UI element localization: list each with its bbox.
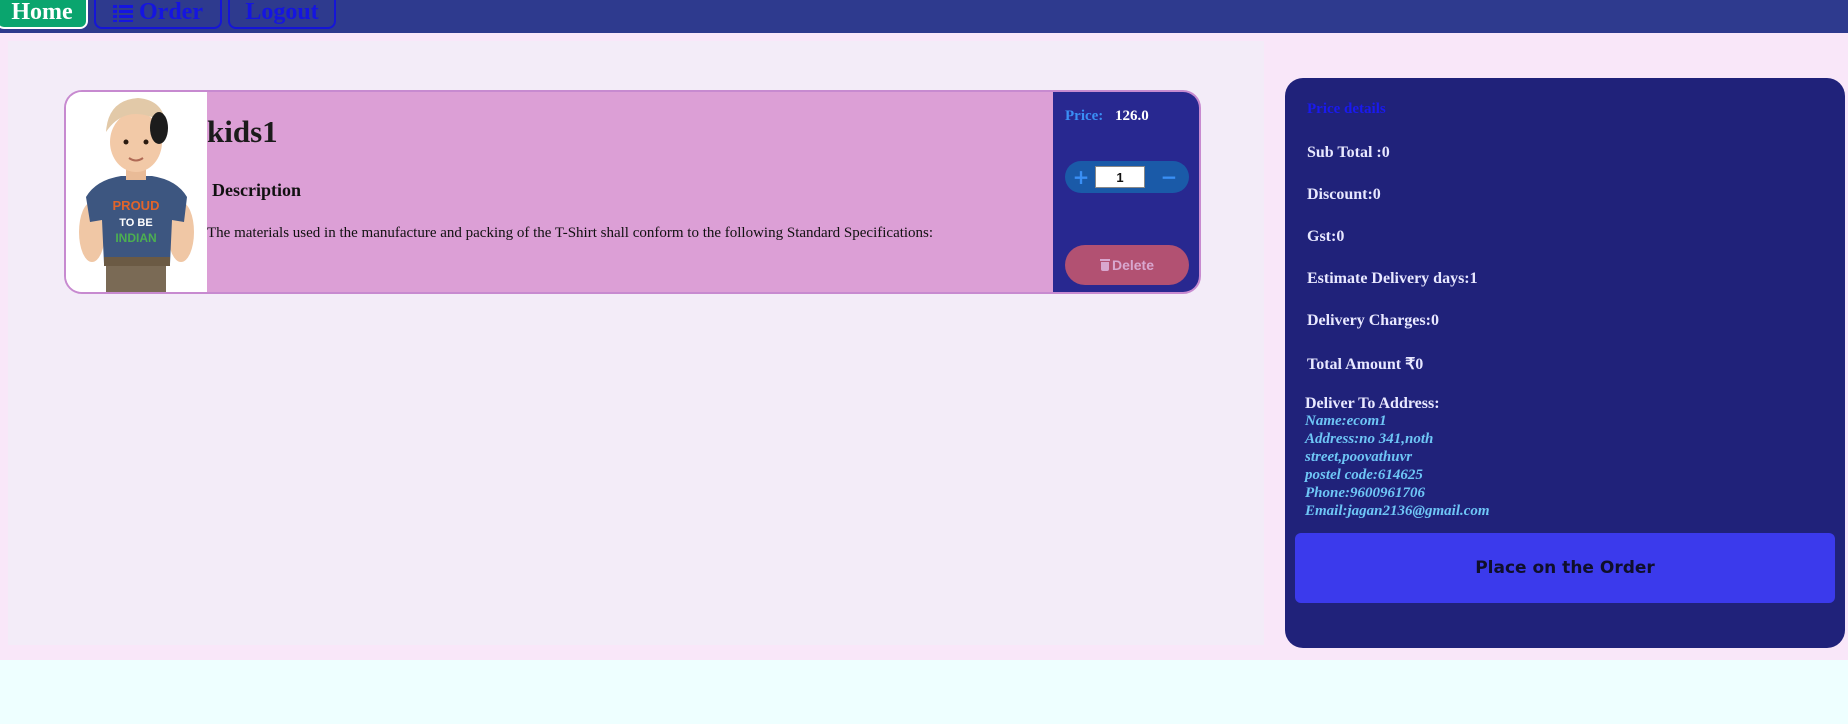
logout-button[interactable]: Logout bbox=[228, 0, 336, 29]
home-button[interactable]: Home bbox=[0, 0, 88, 29]
address-heading: Deliver To Address: bbox=[1305, 395, 1440, 412]
sub-total: Sub Total :0 bbox=[1307, 144, 1390, 161]
delivery-charges: Delivery Charges:0 bbox=[1307, 312, 1439, 329]
price-details-title: Price details bbox=[1307, 101, 1386, 117]
gst: Gst:0 bbox=[1307, 228, 1345, 245]
address-postal-code: postel code:614625 bbox=[1305, 467, 1423, 483]
delete-label: Delete bbox=[1111, 257, 1155, 273]
minus-icon[interactable]: − bbox=[1157, 165, 1181, 189]
home-label: Home bbox=[11, 0, 73, 25]
product-name: kids1 bbox=[207, 114, 278, 149]
price-value: 126.0 bbox=[1115, 108, 1149, 124]
svg-text:TO BE: TO BE bbox=[119, 217, 152, 229]
address-street-cont: street,poovathuvr bbox=[1305, 449, 1413, 465]
place-order-button[interactable]: Place on the Order bbox=[1295, 533, 1835, 603]
order-label: Order bbox=[139, 0, 203, 25]
plus-icon[interactable]: + bbox=[1069, 165, 1093, 189]
cart-item-card: PROUD TO BE INDIAN kids1 Description The… bbox=[64, 90, 1201, 294]
svg-text:INDIAN: INDIAN bbox=[115, 231, 156, 245]
top-navbar: Home Order Logout bbox=[0, 0, 1848, 33]
quantity-input[interactable] bbox=[1095, 166, 1145, 188]
address-email: Email:jagan2136@gmail.com bbox=[1305, 503, 1490, 519]
main-area: PROUD TO BE INDIAN kids1 Description The… bbox=[0, 33, 1848, 660]
price-details-panel: Price details Sub Total :0 Discount:0 Gs… bbox=[1285, 78, 1845, 648]
order-button[interactable]: Order bbox=[94, 0, 222, 29]
trash-icon bbox=[1099, 259, 1110, 271]
total-amount: Total Amount ₹0 bbox=[1307, 356, 1424, 373]
address-street: Address:no 341,noth bbox=[1305, 431, 1434, 447]
address-name: Name:ecom1 bbox=[1305, 413, 1387, 429]
svg-text:PROUD: PROUD bbox=[113, 198, 160, 213]
discount: Discount:0 bbox=[1307, 186, 1381, 203]
price-label: Price: bbox=[1065, 108, 1104, 124]
list-icon bbox=[113, 4, 133, 22]
address-phone: Phone:9600961706 bbox=[1305, 485, 1425, 501]
delivery-days: Estimate Delivery days:1 bbox=[1307, 270, 1478, 287]
delete-button[interactable]: Delete bbox=[1065, 245, 1189, 285]
quantity-stepper: + − bbox=[1065, 161, 1189, 193]
description-heading: Description bbox=[212, 180, 301, 200]
product-image: PROUD TO BE INDIAN bbox=[66, 92, 207, 292]
logout-label: Logout bbox=[245, 0, 319, 25]
product-info: kids1 Description The materials used in … bbox=[207, 92, 1057, 292]
product-actions: Price: 126.0 + − Delete bbox=[1053, 92, 1199, 292]
product-description: The materials used in the manufacture an… bbox=[207, 225, 934, 241]
